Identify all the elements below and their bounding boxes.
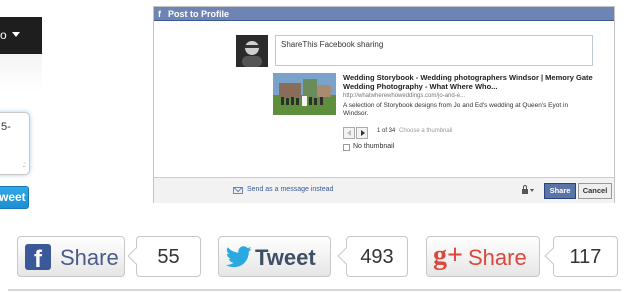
facebook-share-count: 55 <box>127 236 201 277</box>
chevron-down-icon[interactable] <box>12 32 20 37</box>
left-dark-toolbar: o <box>0 17 42 54</box>
facebook-count-value: 55 <box>157 246 180 268</box>
resize-grip-icon[interactable]: .: <box>23 160 27 169</box>
dialog-header: f Post to Profile <box>154 7 614 21</box>
envelope-icon <box>233 187 243 194</box>
link-description: A selection of Storybook designs from Jo… <box>343 102 569 117</box>
chevron-right-icon <box>361 130 365 136</box>
twitter-tweet-label: Tweet <box>255 245 316 270</box>
facebook-share-button[interactable]: f Share <box>17 236 125 277</box>
tweet-text-fragment: 5- <box>1 121 11 133</box>
choose-thumbnail-label: Choose a thumbnail <box>399 128 453 134</box>
facebook-logo-icon: f <box>158 9 161 19</box>
message-input[interactable]: ShareThis Facebook sharing <box>275 35 593 66</box>
lock-body <box>522 189 528 194</box>
twitter-tweet-count: 493 <box>337 236 408 277</box>
previous-thumbnail-button[interactable] <box>343 127 355 139</box>
dialog-title: Post to Profile <box>168 9 230 19</box>
left-toolbar-text: o <box>0 28 7 42</box>
chevron-left-icon <box>347 130 351 136</box>
googleplus-share-button[interactable]: g+ Share <box>426 236 540 277</box>
tweet-text-area[interactable]: 5- .: <box>0 112 30 175</box>
avatar <box>236 35 268 67</box>
dialog-footer: Send as a message instead Share Cancel <box>154 177 614 203</box>
left-tweet-button[interactable]: weet <box>0 186 29 209</box>
facebook-post-dialog: f Post to Profile ShareThis Facebook sha… <box>153 6 615 203</box>
share-button[interactable]: Share <box>544 183 576 199</box>
send-as-message-label: Send as a message instead <box>247 186 334 193</box>
thumbnail-count: 1 of 34 <box>377 128 396 134</box>
cancel-button[interactable]: Cancel <box>578 183 612 199</box>
facebook-share-label: Share <box>60 245 119 270</box>
next-thumbnail-button[interactable] <box>356 127 368 139</box>
twitter-bird-icon <box>225 246 252 273</box>
chevron-down-icon <box>530 189 534 192</box>
facebook-f-icon: f <box>25 244 51 273</box>
google-plus-icon: g+ <box>433 240 463 271</box>
googleplus-count-value: 117 <box>569 246 602 268</box>
no-thumbnail-label: No thumbnail <box>353 143 395 150</box>
googleplus-share-count: 117 <box>544 236 618 277</box>
googleplus-share-label: Share <box>468 245 527 270</box>
link-url: http://whatwherewhoweddings.com/jo-and-e… <box>343 93 466 99</box>
left-panel-shade <box>0 54 42 92</box>
link-title[interactable]: Wedding Storybook - Wedding photographer… <box>343 73 593 91</box>
divider <box>8 289 621 291</box>
twitter-count-value: 493 <box>360 246 394 268</box>
no-thumbnail-checkbox[interactable] <box>343 144 350 151</box>
twitter-tweet-button[interactable]: Tweet <box>218 236 331 277</box>
link-thumbnail <box>273 73 336 115</box>
privacy-selector[interactable] <box>521 185 535 195</box>
